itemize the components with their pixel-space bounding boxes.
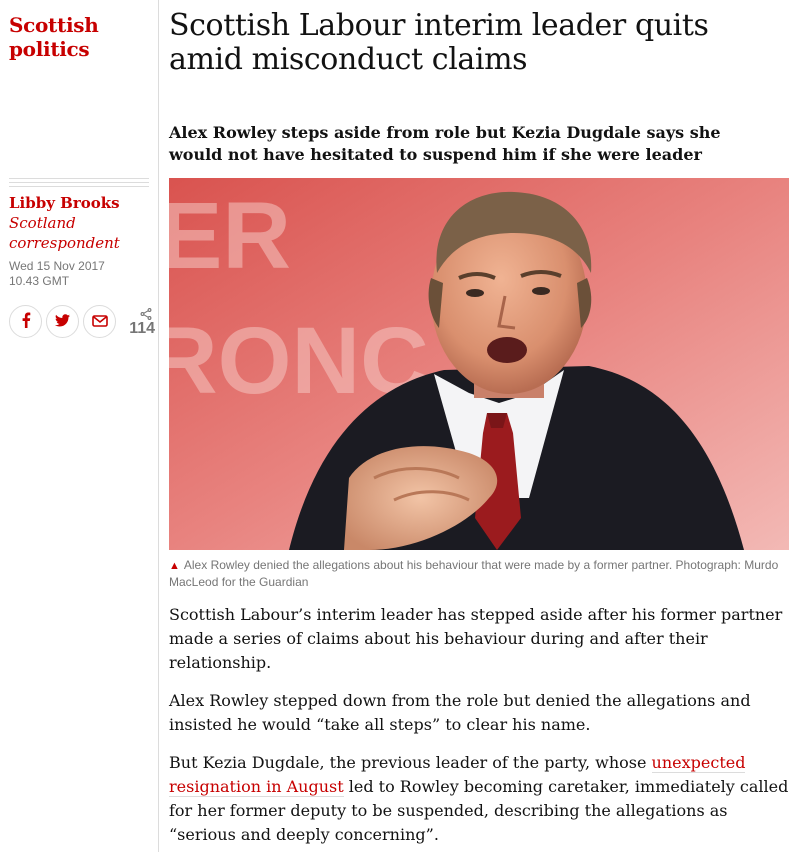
time: 10.43 GMT <box>9 274 70 288</box>
share-facebook-button[interactable] <box>9 305 42 338</box>
hero-photo-illustration: ER RONC <box>169 178 789 550</box>
share-email-button[interactable] <box>83 305 116 338</box>
rule-lines <box>9 178 149 190</box>
svg-text:ER: ER <box>169 183 291 289</box>
photo-caption: ▲ Alex Rowley denied the allegations abou… <box>169 557 789 590</box>
article-headline: Scottish Labour interim leader quits ami… <box>169 8 709 77</box>
left-rail: Scottish politics Libby Brooks Scotland … <box>0 0 159 852</box>
hero-photo: ER RONC <box>169 178 789 550</box>
date: Wed 15 Nov 2017 <box>9 259 105 273</box>
article-paragraph: Scottish Labour’s interim leader has ste… <box>169 605 783 672</box>
facebook-icon <box>21 312 31 332</box>
section-label[interactable]: Scottish politics <box>9 13 149 61</box>
email-icon <box>91 312 108 331</box>
article-paragraph: But Kezia Dugdale, the previous leader o… <box>169 751 791 847</box>
rail-divider <box>158 0 159 852</box>
share-twitter-button[interactable] <box>46 305 79 338</box>
share-count-number: 114 <box>129 320 155 337</box>
share-count: 114 <box>121 305 155 341</box>
paragraph-text: But Kezia Dugdale, the previous leader o… <box>169 753 652 772</box>
dateline: Wed 15 Nov 2017 10.43 GMT <box>9 259 149 289</box>
caption-triangle-icon: ▲ <box>169 560 180 572</box>
byline-author[interactable]: Libby Brooks <box>9 194 120 213</box>
article-standfirst: Alex Rowley steps aside from role but Ke… <box>169 123 721 164</box>
article-body: Scottish Labour’s interim leader has ste… <box>169 603 791 852</box>
twitter-icon <box>55 312 70 331</box>
article-paragraph: Alex Rowley stepped down from the role b… <box>169 691 751 734</box>
caption-text: Alex Rowley denied the allegations about… <box>169 558 779 589</box>
byline-role: Scotland correspondent <box>9 214 120 252</box>
